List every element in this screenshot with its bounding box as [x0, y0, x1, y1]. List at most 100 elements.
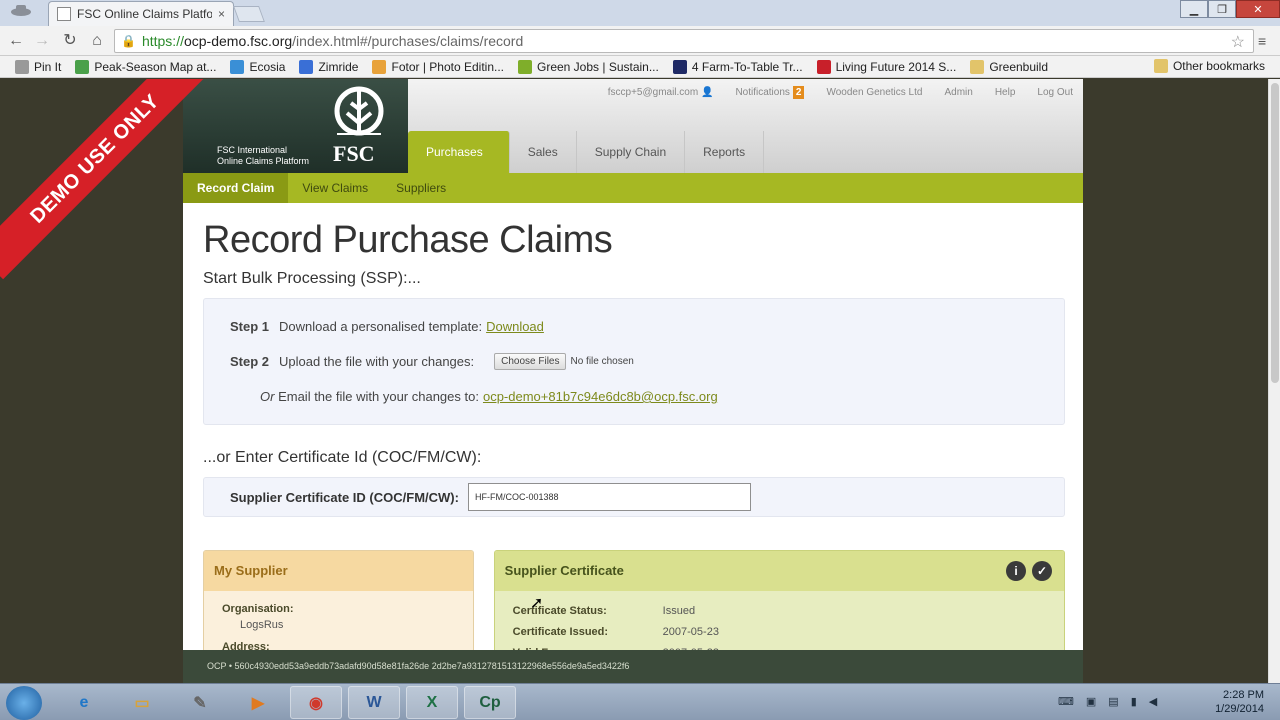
page-viewport: DEMO USE ONLY FSC FSC International Onli… [0, 79, 1268, 683]
tab-close-icon[interactable]: × [218, 7, 225, 21]
url-host: ocp-demo.fsc.org [183, 33, 293, 49]
reload-icon[interactable]: ↻ [60, 31, 80, 51]
certificate-row: Certificate Issued: 2007-05-23 [513, 626, 1064, 638]
bookmark-label: 4 Farm-To-Table Tr... [691, 59, 803, 74]
start-button[interactable] [6, 686, 42, 720]
menu-icon[interactable]: ≡ [1258, 33, 1266, 49]
bookmark-item[interactable]: Green Jobs | Sustain... [511, 59, 666, 74]
bookmark-favicon-icon [299, 59, 314, 74]
bookmark-item[interactable]: Peak-Season Map at... [68, 59, 223, 74]
browser-tab-active[interactable]: FSC Online Claims Platfor × [48, 1, 234, 26]
signal-icon[interactable]: ▮ [1131, 695, 1137, 708]
close-window-button[interactable]: ✕ [1236, 0, 1280, 18]
download-link[interactable]: Download [486, 319, 544, 334]
subnav-record-claim[interactable]: Record Claim [183, 173, 289, 203]
bookmarks-bar: Pin It Peak-Season Map at... Ecosia Zimride… [0, 56, 1280, 78]
chrome-taskbar-icon[interactable]: ◉ [290, 686, 342, 719]
media-taskbar-icon[interactable]: ▶ [232, 686, 284, 719]
user-email-link[interactable]: fsccp+5@gmail.com 👤 [608, 87, 714, 98]
logo-caption: FSC International Online Claims Platform [217, 145, 309, 167]
tab-supply-chain[interactable]: Supply Chain [577, 131, 686, 173]
user-icon: 👤 [700, 87, 714, 98]
scrollbar-thumb[interactable] [1271, 83, 1279, 383]
email-link[interactable]: ocp-demo+81b7c94e6dc8b@ocp.fsc.org [483, 389, 718, 404]
address-bar[interactable]: 🔒 https://ocp-demo.fsc.org/index.html#/p… [114, 29, 1254, 53]
fsc-logo-block[interactable]: FSC FSC International Online Claims Plat… [183, 79, 408, 173]
email-text: Email the file with your changes to: [278, 389, 479, 404]
captivate-taskbar-icon[interactable]: Cp [464, 686, 516, 719]
new-tab-button[interactable] [233, 6, 265, 22]
url-path: /index.html#/purchases/claims/record [292, 33, 524, 49]
bookmark-label: Pin It [34, 59, 62, 74]
word-taskbar-icon[interactable]: W [348, 686, 400, 719]
bookmark-item[interactable]: Fotor | Photo Editin... [365, 59, 511, 74]
step1-row: Step 1 Download a personalised template:… [230, 309, 1038, 344]
maximize-button[interactable]: ❐ [1208, 0, 1236, 18]
forward-icon[interactable]: → [32, 31, 52, 51]
bookmark-favicon-icon [372, 59, 387, 74]
step2-label: Step 2 [230, 354, 270, 369]
logout-link[interactable]: Log Out [1037, 87, 1073, 98]
user-links: fsccp+5@gmail.com 👤 Notifications 2 Woode… [608, 86, 1073, 99]
step1-label: Step 1 [230, 319, 270, 334]
step2-text: Upload the file with your changes: [279, 354, 475, 369]
organisation-value: LogsRus [240, 619, 284, 631]
tab-title: FSC Online Claims Platfor [77, 7, 212, 21]
other-bookmarks-folder[interactable]: Other bookmarks [1147, 59, 1272, 73]
page-title: Record Purchase Claims [203, 219, 613, 261]
bookmark-label: Greenbuild [989, 59, 1049, 74]
bulk-processing-panel: Step 1 Download a personalised template:… [203, 298, 1065, 425]
network-app-icon[interactable]: ▣ [1086, 695, 1096, 708]
info-icon[interactable]: i [1006, 561, 1026, 581]
bookmark-item[interactable]: Ecosia [223, 59, 292, 74]
ie-taskbar-icon[interactable]: e [58, 686, 110, 719]
explorer-taskbar-icon[interactable]: ▭ [116, 686, 168, 719]
mouse-cursor-icon: ➚ [530, 595, 544, 612]
cert-row-value: 2007-05-23 [662, 626, 719, 638]
bookmark-label: Living Future 2014 S... [835, 59, 957, 74]
tab-purchases[interactable]: Purchases [408, 131, 510, 173]
help-link[interactable]: Help [995, 87, 1016, 98]
other-bookmarks-label: Other bookmarks [1172, 59, 1265, 73]
certificate-status-icons: i ✓ [1006, 561, 1052, 581]
logo-line2: Online Claims Platform [217, 156, 310, 166]
cert-row-value: Issued [662, 605, 696, 617]
subnav-suppliers[interactable]: Suppliers [382, 173, 460, 203]
bookmark-item[interactable]: 4 Farm-To-Table Tr... [666, 59, 810, 74]
certificate-details: Certificate Status: Issued Certificate I… [495, 591, 1064, 659]
bookmark-favicon-icon [970, 59, 985, 74]
system-tray-icons: ⌨ ▣ ▤ ▮ ◀ [1058, 695, 1157, 708]
tab-reports[interactable]: Reports [685, 131, 765, 173]
keyboard-icon[interactable]: ⌨ [1058, 695, 1074, 708]
admin-link[interactable]: Admin [944, 87, 972, 98]
bookmark-item[interactable]: Pin It [8, 59, 68, 74]
my-supplier-details: Organisation: LogsRus Address: [204, 591, 473, 653]
certificate-id-input[interactable]: HF-FM/COC-001388 [467, 483, 751, 511]
volume-icon[interactable]: ◀ [1149, 695, 1157, 708]
user-email: fsccp+5@gmail.com [607, 87, 699, 98]
minimize-button[interactable]: ▁ [1180, 0, 1208, 18]
file-status: No file chosen [570, 356, 634, 367]
page-scrollbar[interactable] [1268, 79, 1280, 683]
device-icon[interactable]: ▤ [1108, 695, 1118, 708]
bulk-processing-title: Start Bulk Processing (SSP):... [203, 270, 421, 287]
bookmark-star-icon[interactable]: ☆ [1231, 32, 1245, 52]
subnav-view-claims[interactable]: View Claims [288, 173, 382, 203]
notifications-link[interactable]: Notifications 2 [735, 86, 805, 99]
favicon-icon [57, 7, 71, 21]
excel-taskbar-icon[interactable]: X [406, 686, 458, 719]
clock[interactable]: 2:28 PM 1/29/2014 [1215, 688, 1264, 716]
footer-bar: OCP • 560c4930edd53a9eddb73adafd90d58e81… [183, 650, 1083, 683]
bookmark-item[interactable]: Living Future 2014 S... [810, 59, 964, 74]
home-icon[interactable]: ⌂ [87, 31, 107, 51]
tab-sales[interactable]: Sales [510, 131, 577, 173]
choose-files-button[interactable]: Choose Files [494, 353, 567, 370]
certificate-panel: Supplier Certificate ID (COC/FM/CW): HF-… [203, 477, 1065, 517]
incognito-icon[interactable] [8, 4, 34, 22]
bookmark-item[interactable]: Zimride [292, 59, 365, 74]
company-link[interactable]: Wooden Genetics Ltd [826, 87, 922, 98]
bookmark-item[interactable]: Greenbuild [963, 59, 1055, 74]
tool-taskbar-icon[interactable]: ✎ [174, 686, 226, 719]
main-nav-tabs: Purchases Sales Supply Chain Reports [408, 131, 765, 173]
back-icon[interactable]: ← [6, 31, 26, 51]
